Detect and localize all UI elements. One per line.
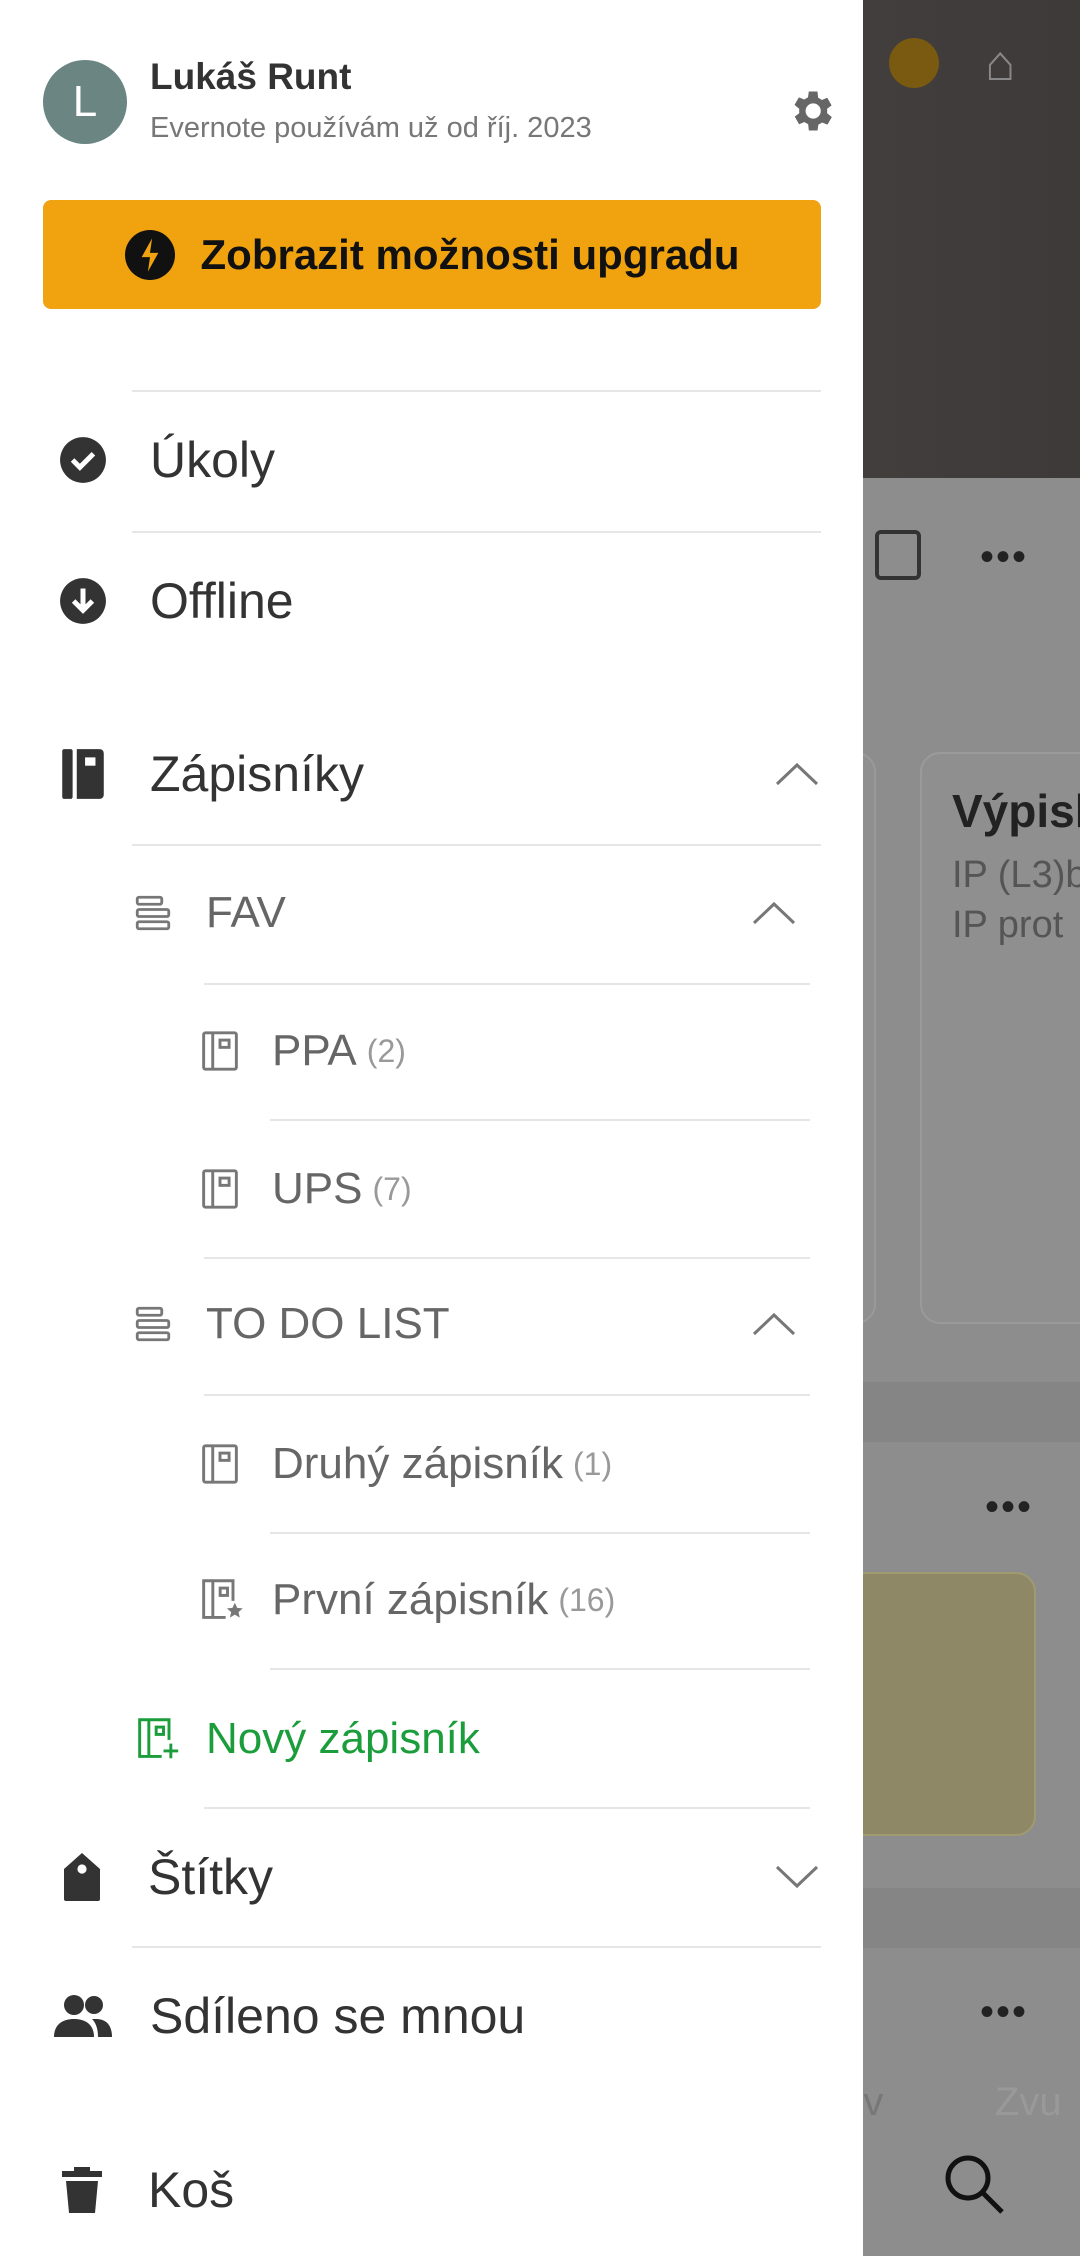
stack-label: TO DO LIST [206, 1299, 450, 1348]
note-snippet: IP (L3)b [952, 854, 1080, 896]
stack-to-do-list[interactable]: TO DO LIST [132, 1299, 797, 1349]
notebook-item[interactable]: Druhý zápisník (1) [200, 1439, 612, 1489]
chevron-down-icon[interactable] [774, 1864, 820, 1890]
new-notebook-button[interactable]: Nový zápisník [136, 1714, 480, 1764]
notebook-outline-icon [202, 1169, 238, 1209]
notebook-label: PPA [272, 1026, 357, 1075]
more-icon[interactable]: ••• [985, 1485, 1033, 1530]
note-count: (7) [372, 1170, 412, 1207]
search-icon[interactable] [940, 2150, 1010, 2220]
tag-icon [64, 1853, 100, 1901]
avatar[interactable]: L [43, 60, 127, 144]
menu-item-notebooks[interactable]: Zápisníky [58, 745, 820, 803]
default-notebook-icon [202, 1579, 243, 1619]
checkmark-circle-icon [60, 437, 106, 483]
notebook-item[interactable]: PPA (2) [200, 1026, 406, 1076]
menu-label: Sdíleno se mnou [150, 1988, 526, 2044]
menu-label: Koš [148, 2162, 235, 2218]
upgrade-label: Zobrazit možnosti upgradu [200, 230, 740, 278]
download-circle-icon [60, 578, 106, 624]
notebook-label: Druhý zápisník [272, 1439, 564, 1488]
tab-label[interactable]: Zvu [995, 2080, 1062, 2125]
menu-label: Úkoly [150, 432, 276, 488]
note-card[interactable] [840, 1572, 1036, 1836]
notebook-item[interactable]: UPS (7) [200, 1164, 412, 1214]
menu-label: Štítky [148, 1849, 274, 1905]
people-icon [54, 1995, 112, 2037]
notebook-icon [62, 749, 104, 799]
menu-item-trash[interactable]: Koš [60, 2161, 234, 2219]
notebook-label: První zápisník [272, 1575, 549, 1624]
new-notebook-label: Nový zápisník [206, 1714, 480, 1763]
menu-item-shared-with-me[interactable]: Sdíleno se mnou [54, 1987, 525, 2045]
notebook-label: UPS [272, 1164, 363, 1213]
chevron-up-icon[interactable] [774, 761, 820, 787]
more-icon[interactable]: ••• [980, 535, 1028, 580]
stack-icon [135, 1306, 171, 1342]
home-edit-icon[interactable]: ⌂ [985, 34, 1035, 91]
chevron-up-icon[interactable] [751, 900, 797, 926]
stack-icon [135, 895, 171, 931]
upgrade-icon[interactable] [889, 38, 939, 88]
user-name: Lukáš Runt [150, 56, 352, 97]
note-title: Výpisk [952, 785, 1080, 837]
more-icon[interactable]: ••• [980, 1990, 1028, 2035]
notebook-outline-icon [202, 1031, 238, 1071]
menu-item-offline[interactable]: Offline [58, 572, 294, 630]
trash-icon [62, 2167, 102, 2213]
note-count: (2) [366, 1032, 406, 1069]
user-since: Evernote používám už od říj. 2023 [150, 112, 592, 144]
menu-label: Zápisníky [150, 746, 364, 802]
note-snippet: IP prot [952, 904, 1064, 946]
notebook-item-default[interactable]: První zápisník (16) [200, 1575, 615, 1625]
stack-fav[interactable]: FAV [132, 888, 797, 938]
note-count: (1) [573, 1445, 613, 1482]
chevron-up-icon[interactable] [751, 1311, 797, 1337]
menu-item-tags[interactable]: Štítky [60, 1848, 820, 1906]
new-note-icon[interactable] [875, 530, 921, 580]
notebook-outline-icon [202, 1444, 238, 1484]
stack-label: FAV [206, 888, 286, 937]
upgrade-button[interactable]: Zobrazit možnosti upgradu [43, 200, 821, 309]
note-count: (16) [558, 1581, 616, 1618]
menu-item-tasks[interactable]: Úkoly [58, 431, 275, 489]
lightning-icon [124, 229, 175, 280]
add-notebook-icon [138, 1718, 179, 1759]
navigation-drawer: L Lukáš Runt Evernote používám už od říj… [0, 0, 863, 2256]
menu-label: Offline [150, 573, 294, 629]
note-card[interactable]: Výpisk IP (L3)b IP prot [920, 752, 1080, 1324]
settings-gear-icon[interactable] [785, 85, 837, 137]
